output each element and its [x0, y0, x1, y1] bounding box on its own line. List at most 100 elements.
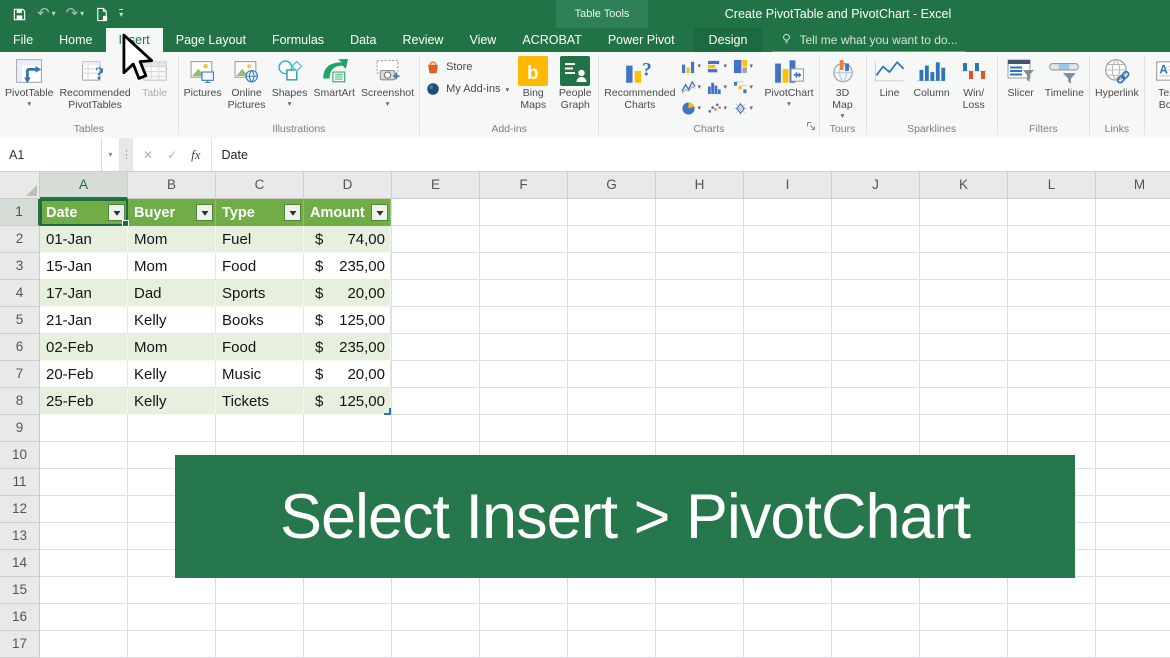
- table-cell[interactable]: Kelly: [128, 388, 216, 415]
- table-cell[interactable]: 15-Jan: [40, 253, 128, 280]
- column-header-d[interactable]: D: [304, 172, 392, 199]
- tab-power-pivot[interactable]: Power Pivot: [595, 28, 688, 52]
- timeline-button[interactable]: Timeline: [1042, 53, 1087, 101]
- table-cell[interactable]: Books: [216, 307, 304, 334]
- table-cell[interactable]: 02-Feb: [40, 334, 128, 361]
- table-cell-amount[interactable]: $20,00: [304, 361, 391, 388]
- win-loss-button[interactable]: Win/ Loss: [953, 53, 995, 113]
- text-box-button[interactable]: A Text Box: [1147, 53, 1170, 113]
- shapes-button[interactable]: Shapes ▾: [269, 53, 311, 109]
- insert-function-icon[interactable]: fx: [191, 147, 200, 163]
- name-box-dropdown-icon[interactable]: ▾: [102, 138, 120, 171]
- screenshot-button[interactable]: Screenshot ▾: [358, 53, 417, 109]
- row-header-7[interactable]: 7: [0, 361, 40, 388]
- table-cell[interactable]: Music: [216, 361, 304, 388]
- table-cell[interactable]: Fuel: [216, 226, 304, 253]
- name-box[interactable]: A1: [0, 138, 102, 171]
- table-cell[interactable]: Mom: [128, 226, 216, 253]
- row-header-8[interactable]: 8: [0, 388, 40, 415]
- select-all-button[interactable]: [0, 172, 40, 199]
- row-header-3[interactable]: 3: [0, 253, 40, 280]
- filter-button-amount[interactable]: [371, 204, 388, 221]
- row-header-2[interactable]: 2: [0, 226, 40, 253]
- scatter-chart-button[interactable]: ▾: [707, 98, 732, 118]
- table-resize-handle[interactable]: [384, 408, 391, 415]
- column-header-g[interactable]: G: [568, 172, 656, 199]
- hyperlink-button[interactable]: Hyperlink: [1092, 53, 1142, 101]
- formula-input[interactable]: Date: [211, 138, 1170, 171]
- tab-design[interactable]: Design: [693, 28, 763, 52]
- redo-button[interactable]: ↷ ▾: [66, 6, 85, 21]
- column-header-i[interactable]: I: [744, 172, 832, 199]
- slicer-button[interactable]: Slicer: [1000, 53, 1042, 101]
- row-header-5[interactable]: 5: [0, 307, 40, 334]
- table-cell[interactable]: Food: [216, 253, 304, 280]
- tab-acrobat[interactable]: ACROBAT: [509, 28, 595, 52]
- row-header-14[interactable]: 14: [0, 550, 40, 577]
- column-header-c[interactable]: C: [216, 172, 304, 199]
- table-cell[interactable]: Mom: [128, 334, 216, 361]
- column-header-h[interactable]: H: [656, 172, 744, 199]
- row-header-4[interactable]: 4: [0, 280, 40, 307]
- 3d-map-button[interactable]: 3D Map ▾: [822, 53, 864, 121]
- tell-me-box[interactable]: Tell me what you want to do...: [772, 28, 966, 52]
- tab-file[interactable]: File: [0, 28, 46, 52]
- table-cell[interactable]: 21-Jan: [40, 307, 128, 334]
- column-header-k[interactable]: K: [920, 172, 1008, 199]
- table-header-type[interactable]: Type: [216, 199, 304, 226]
- table-cell-amount[interactable]: $235,00: [304, 334, 391, 361]
- column-header-m[interactable]: M: [1096, 172, 1170, 199]
- my-add-ins-button[interactable]: My Add-ins ▾: [425, 81, 509, 97]
- tab-page-layout[interactable]: Page Layout: [163, 28, 259, 52]
- table-cell[interactable]: 25-Feb: [40, 388, 128, 415]
- dialog-launcher-icon[interactable]: [806, 118, 816, 136]
- column-header-f[interactable]: F: [480, 172, 568, 199]
- filter-button-buyer[interactable]: [196, 204, 213, 221]
- table-cell-amount[interactable]: $74,00: [304, 226, 391, 253]
- tab-formulas[interactable]: Formulas: [259, 28, 337, 52]
- tab-review[interactable]: Review: [389, 28, 456, 52]
- radar-chart-button[interactable]: ▾: [733, 98, 758, 118]
- table-cell[interactable]: 17-Jan: [40, 280, 128, 307]
- table-cell[interactable]: Kelly: [128, 307, 216, 334]
- table-cell[interactable]: Kelly: [128, 361, 216, 388]
- tab-home[interactable]: Home: [46, 28, 105, 52]
- line-chart-button[interactable]: ▾: [681, 77, 706, 97]
- row-header-11[interactable]: 11: [0, 469, 40, 496]
- column-header-l[interactable]: L: [1008, 172, 1096, 199]
- table-cell[interactable]: Dad: [128, 280, 216, 307]
- table-cell[interactable]: Mom: [128, 253, 216, 280]
- tab-view[interactable]: View: [456, 28, 509, 52]
- column-header-j[interactable]: J: [832, 172, 920, 199]
- undo-button[interactable]: ↶ ▾: [37, 6, 56, 21]
- table-cell-amount[interactable]: $125,00: [304, 388, 391, 415]
- table-header-buyer[interactable]: Buyer: [128, 199, 216, 226]
- row-header-13[interactable]: 13: [0, 523, 40, 550]
- table-cell[interactable]: 01-Jan: [40, 226, 128, 253]
- waterfall-chart-button[interactable]: ▾: [733, 77, 758, 97]
- row-header-17[interactable]: 17: [0, 631, 40, 658]
- row-header-16[interactable]: 16: [0, 604, 40, 631]
- document-button[interactable]: [94, 7, 109, 22]
- save-button[interactable]: [12, 7, 27, 22]
- hierarchy-chart-button[interactable]: ▾: [733, 56, 758, 76]
- row-header-6[interactable]: 6: [0, 334, 40, 361]
- pie-chart-button[interactable]: ▾: [681, 98, 706, 118]
- enter-icon[interactable]: ✓: [167, 148, 177, 162]
- bing-maps-button[interactable]: b Bing Maps: [512, 53, 554, 113]
- cancel-icon[interactable]: ✕: [143, 148, 153, 162]
- column-chart-button[interactable]: ▾: [681, 56, 706, 76]
- table-header-date[interactable]: Date: [40, 199, 128, 226]
- column-header-a[interactable]: A: [40, 172, 128, 199]
- table-cell[interactable]: Sports: [216, 280, 304, 307]
- row-header-15[interactable]: 15: [0, 577, 40, 604]
- recommended-charts-button[interactable]: ? Recommended Charts: [601, 53, 678, 113]
- table-cell[interactable]: Food: [216, 334, 304, 361]
- pivotchart-button[interactable]: PivotChart ▾: [761, 53, 816, 109]
- table-cell[interactable]: Tickets: [216, 388, 304, 415]
- online-pictures-button[interactable]: Online Pictures: [225, 53, 269, 113]
- smartart-button[interactable]: SmartArt: [311, 53, 358, 101]
- row-header-12[interactable]: 12: [0, 496, 40, 523]
- column-button[interactable]: Column: [911, 53, 953, 101]
- row-header-1[interactable]: 1: [0, 199, 40, 226]
